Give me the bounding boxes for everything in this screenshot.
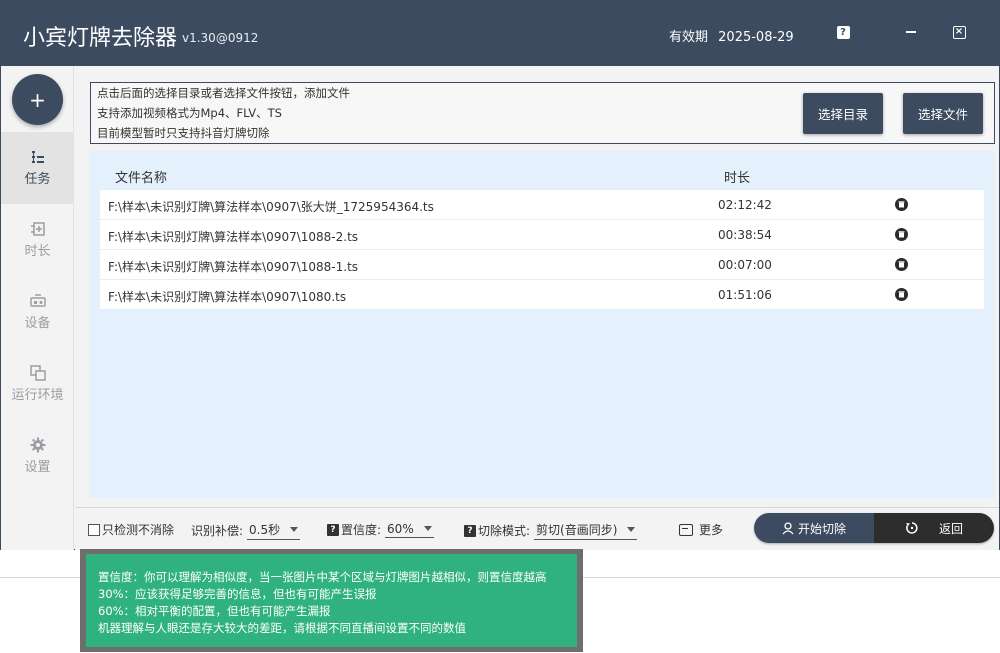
help-icon: ? (836, 25, 850, 39)
cut-mode-value: 剪切(音画同步) (536, 523, 618, 537)
plus-icon: + (29, 87, 46, 112)
compensation-label: 识别补偿: (191, 524, 244, 538)
chevron-down-icon (290, 527, 299, 532)
sidebar-item-label: 任务 (24, 172, 51, 187)
info-line: 目前模型暂时只支持抖音灯牌切除 (97, 126, 270, 140)
table-rows: F:\样本\未识别灯牌\算法样本\0907\张大饼_1725954364.ts … (100, 189, 984, 309)
sidebar-item-duration[interactable]: 时长 (1, 204, 74, 276)
column-header-name: 文件名称 (115, 171, 168, 186)
refresh-icon (905, 522, 918, 534)
info-line: 点击后面的选择目录或者选择文件按钮，添加文件 (97, 86, 350, 100)
help-button[interactable]: ? (835, 24, 851, 40)
validity-date: 2025-08-29 (718, 30, 794, 45)
app-version: v1.30@0912 (182, 31, 259, 45)
duration-icon (30, 222, 45, 236)
minimize-button[interactable] (903, 24, 919, 40)
table-row[interactable]: F:\样本\未识别灯牌\算法样本\0907\1080.ts 01:51:06 (100, 279, 984, 309)
delete-icon[interactable] (895, 198, 908, 211)
sidebar-item-settings[interactable]: 设置 (1, 420, 74, 492)
chevron-down-icon (423, 526, 432, 531)
file-name: F:\样本\未识别灯牌\算法样本\0907\1080.ts (108, 290, 347, 304)
file-duration: 02:12:42 (718, 198, 772, 212)
delete-icon[interactable] (895, 258, 908, 271)
minimize-icon (906, 31, 916, 33)
tooltip-content: 置信度：你可以理解为相似度，当一张图片中某个区域与灯牌图片越相似，则置信度越高 … (86, 554, 577, 647)
detect-only-checkbox[interactable] (88, 523, 100, 536)
file-name: F:\样本\未识别灯牌\算法样本\0907\1088-2.ts (108, 230, 359, 244)
delete-icon[interactable] (895, 228, 908, 241)
cut-mode-select[interactable]: 剪切(音画同步) (534, 521, 638, 540)
file-duration: 00:38:54 (718, 228, 772, 242)
tooltip-line: 置信度：你可以理解为相似度，当一张图片中某个区域与灯牌图片越相似，则置信度越高 (98, 570, 547, 584)
tooltip-line: 30%：应该获得足够完善的信息，但也有可能产生误报 (98, 587, 377, 601)
tasks-icon (31, 151, 44, 163)
file-duration: 01:51:06 (718, 288, 772, 302)
confidence-select[interactable]: 60% (385, 522, 434, 538)
app-window: 小宾灯牌去除器 v1.30@0912 有效期 2025-08-29 ? × + (0, 0, 1000, 550)
gear-icon (30, 437, 45, 453)
start-cut-button[interactable]: 开始切除 (754, 513, 874, 543)
sidebar-item-tasks[interactable]: 任务 (1, 132, 74, 204)
device-icon (29, 294, 46, 307)
cut-mode-label: 切除模式: (478, 524, 531, 538)
detect-only-option[interactable]: 只检测不消除 (88, 521, 174, 538)
more-icon (679, 523, 693, 536)
validity-label: 有效期 (669, 30, 709, 45)
select-directory-button[interactable]: 选择目录 (803, 93, 883, 134)
file-name: F:\样本\未识别灯牌\算法样本\0907\1088-1.ts (108, 260, 359, 274)
table-row[interactable]: F:\样本\未识别灯牌\算法样本\0907\张大饼_1725954364.ts … (100, 189, 984, 219)
table-row[interactable]: F:\样本\未识别灯牌\算法样本\0907\1088-2.ts 00:38:54 (100, 219, 984, 249)
action-buttons: 开始切除 返回 (754, 513, 994, 543)
app-title: 小宾灯牌去除器 (23, 26, 178, 51)
column-header-duration: 时长 (724, 171, 751, 186)
add-button[interactable]: + (12, 74, 63, 125)
more-button[interactable]: 更多 (679, 521, 723, 538)
environment-icon (29, 365, 46, 381)
file-duration: 00:07:00 (718, 258, 772, 272)
back-label: 返回 (938, 521, 963, 536)
close-icon: × (952, 25, 966, 39)
compensation-option: 识别补偿: 0.5秒 (191, 521, 301, 540)
cut-mode-option: ? 切除模式: 剪切(音画同步) (464, 521, 638, 540)
tooltip-line: 60%：相对平衡的配置，但也有可能产生漏报 (98, 604, 331, 618)
title-bar: 小宾灯牌去除器 v1.30@0912 有效期 2025-08-29 ? × (1, 1, 999, 66)
sidebar-item-label: 设备 (24, 316, 51, 331)
back-button[interactable]: 返回 (874, 513, 994, 543)
help-icon[interactable]: ? (464, 524, 476, 537)
start-cut-label: 开始切除 (797, 521, 846, 536)
info-line: 支持添加视频格式为Mp4、FLV、TS (97, 106, 282, 120)
confidence-tooltip: 置信度：你可以理解为相似度，当一张图片中某个区域与灯牌图片越相似，则置信度越高 … (80, 549, 583, 652)
sidebar-item-environment[interactable]: 运行环境 (1, 348, 74, 420)
close-button[interactable]: × (951, 24, 967, 40)
table-row[interactable]: F:\样本\未识别灯牌\算法样本\0907\1088-1.ts 00:07:00 (100, 249, 984, 279)
help-icon[interactable]: ? (327, 523, 339, 536)
sidebar-item-label: 设置 (24, 460, 51, 475)
compensation-value: 0.5秒 (249, 523, 281, 537)
file-name: F:\样本\未识别灯牌\算法样本\0907\张大饼_1725954364.ts (108, 200, 434, 214)
sidebar: + 任务 时长 设备 运行环境 设置 (1, 66, 74, 550)
sidebar-item-label: 运行环境 (11, 388, 64, 403)
tooltip-line: 机器理解与人眼还是存大较大的差距，请根据不同直播间设置不同的数值 (98, 621, 466, 635)
more-label: 更多 (699, 523, 724, 537)
select-file-button[interactable]: 选择文件 (903, 93, 983, 134)
file-table: 文件名称 时长 F:\样本\未识别灯牌\算法样本\0907\张大饼_172595… (90, 151, 995, 498)
user-icon (782, 521, 794, 534)
compensation-select[interactable]: 0.5秒 (247, 521, 301, 540)
sidebar-item-device[interactable]: 设备 (1, 276, 74, 348)
validity-info: 有效期 2025-08-29 (669, 26, 794, 45)
confidence-option: ? 置信度: 60% (327, 521, 434, 538)
detect-only-label: 只检测不消除 (102, 523, 175, 537)
confidence-value: 60% (387, 521, 414, 536)
confidence-label: 置信度: (341, 523, 382, 537)
delete-icon[interactable] (895, 288, 908, 301)
chevron-down-icon (627, 527, 636, 532)
sidebar-item-label: 时长 (24, 244, 51, 259)
